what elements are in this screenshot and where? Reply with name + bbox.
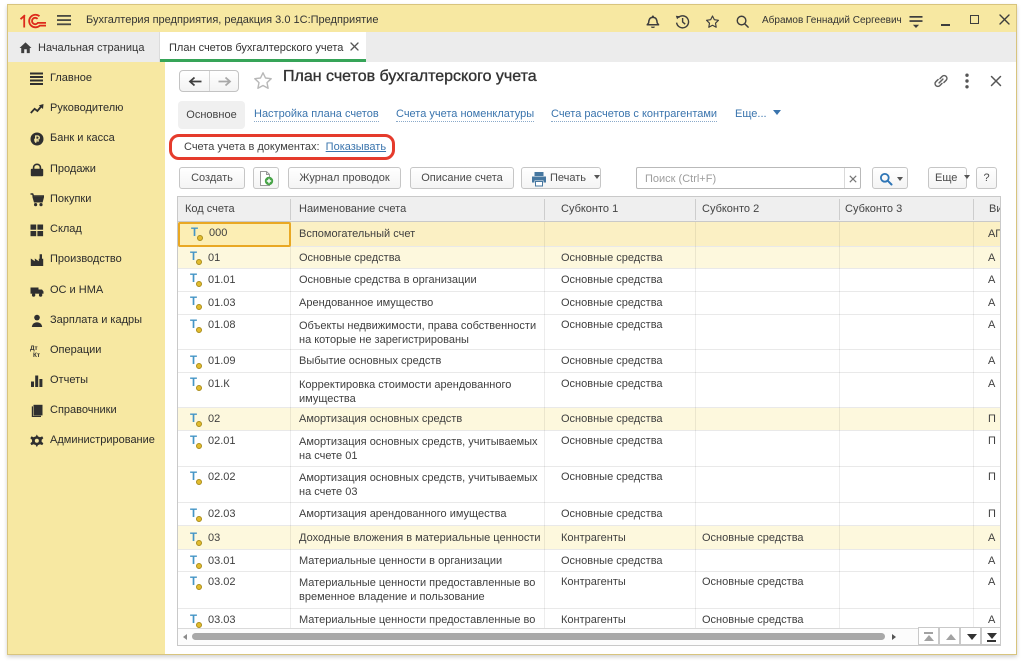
svg-text:Дт: Дт xyxy=(30,345,38,352)
svg-text:Кт: Кт xyxy=(33,352,40,358)
svg-text:₽: ₽ xyxy=(34,134,41,145)
